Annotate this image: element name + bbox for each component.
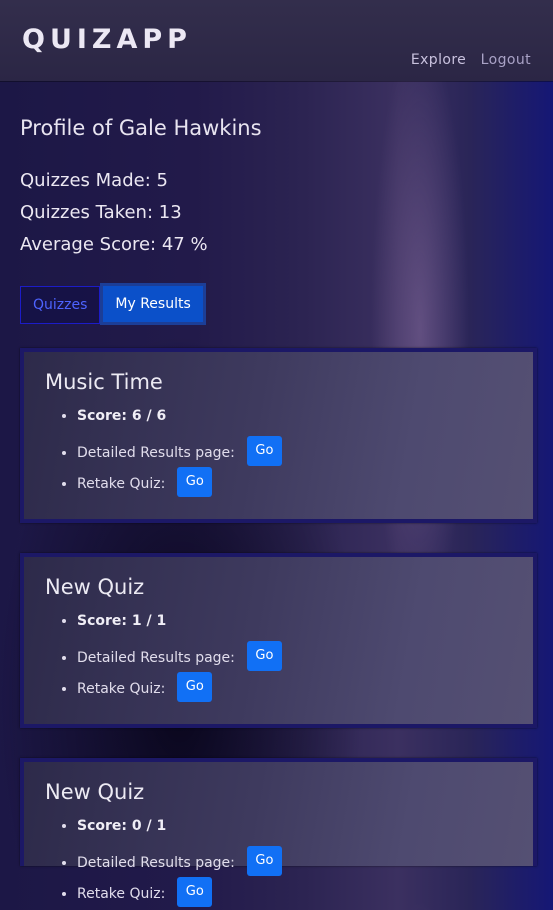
retake-quiz-item: Retake Quiz: Go bbox=[77, 467, 282, 500]
nav-links: Explore Logout bbox=[401, 52, 531, 68]
detailed-results-item: Detailed Results page: Go bbox=[77, 846, 282, 879]
result-title: Music Time bbox=[45, 370, 163, 394]
retake-quiz-go-button[interactable]: Go bbox=[177, 877, 213, 907]
result-score: Score: 0 / 1 bbox=[77, 817, 282, 848]
result-title: New Quiz bbox=[45, 575, 145, 599]
retake-quiz-label: Retake Quiz: bbox=[77, 476, 166, 492]
score-text: Score: 0 / 1 bbox=[77, 818, 167, 834]
detailed-results-go-button[interactable]: Go bbox=[246, 641, 282, 671]
retake-quiz-label: Retake Quiz: bbox=[77, 681, 166, 697]
retake-quiz-go-button[interactable]: Go bbox=[177, 467, 213, 497]
detailed-results-label: Detailed Results page: bbox=[77, 650, 235, 666]
profile-tabs: Quizzes My Results bbox=[20, 283, 206, 325]
page-title: Profile of Gale Hawkins bbox=[20, 116, 262, 140]
result-score: Score: 1 / 1 bbox=[77, 612, 282, 643]
quizzes-made-stat: Quizzes Made: 5 bbox=[20, 170, 168, 191]
app-logo[interactable]: QUIZAPP bbox=[22, 24, 192, 55]
detailed-results-item: Detailed Results page: Go bbox=[77, 436, 282, 469]
quizzes-taken-stat: Quizzes Taken: 13 bbox=[20, 202, 182, 223]
result-details: Score: 0 / 1 Detailed Results page: Go Re… bbox=[59, 817, 282, 910]
detailed-results-label: Detailed Results page: bbox=[77, 445, 235, 461]
explore-link[interactable]: Explore bbox=[411, 52, 466, 68]
detailed-results-go-button[interactable]: Go bbox=[246, 436, 282, 466]
score-text: Score: 1 / 1 bbox=[77, 613, 167, 629]
result-score: Score: 6 / 6 bbox=[77, 407, 282, 438]
result-details: Score: 6 / 6 Detailed Results page: Go Re… bbox=[59, 407, 282, 500]
retake-quiz-label: Retake Quiz: bbox=[77, 886, 166, 902]
detailed-results-go-button[interactable]: Go bbox=[246, 846, 282, 876]
score-text: Score: 6 / 6 bbox=[77, 408, 167, 424]
detailed-results-label: Detailed Results page: bbox=[77, 855, 235, 871]
tab-my-results[interactable]: My Results bbox=[100, 283, 206, 325]
result-card: New Quiz Score: 0 / 1 Detailed Results p… bbox=[20, 758, 537, 907]
result-details: Score: 1 / 1 Detailed Results page: Go Re… bbox=[59, 612, 282, 705]
logout-link[interactable]: Logout bbox=[481, 52, 531, 68]
navbar: QUIZAPP Explore Logout bbox=[0, 0, 553, 81]
retake-quiz-go-button[interactable]: Go bbox=[177, 672, 213, 702]
tab-quizzes[interactable]: Quizzes bbox=[20, 286, 101, 324]
retake-quiz-item: Retake Quiz: Go bbox=[77, 877, 282, 910]
result-title: New Quiz bbox=[45, 780, 145, 804]
result-card: Music Time Score: 6 / 6 Detailed Results… bbox=[20, 348, 537, 523]
retake-quiz-item: Retake Quiz: Go bbox=[77, 672, 282, 705]
detailed-results-item: Detailed Results page: Go bbox=[77, 641, 282, 674]
result-card: New Quiz Score: 1 / 1 Detailed Results p… bbox=[20, 553, 537, 728]
average-score-stat: Average Score: 47 % bbox=[20, 234, 208, 255]
